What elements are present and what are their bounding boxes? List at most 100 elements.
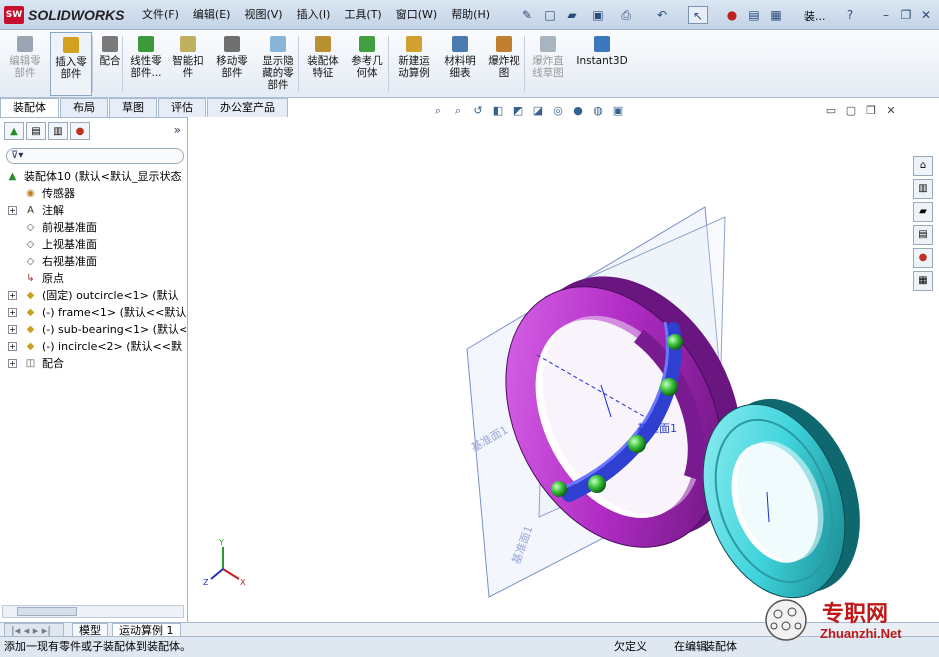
- tree-item[interactable]: ◉ 传感器: [0, 185, 186, 202]
- command-10-button[interactable]: 材料明 细表: [440, 32, 480, 96]
- hide-show-items-icon[interactable]: ◎: [550, 104, 566, 118]
- appearance-tab-icon[interactable]: ●: [70, 122, 90, 140]
- expand-icon[interactable]: +: [8, 325, 17, 334]
- command-7-button[interactable]: 装配体 特征: [302, 32, 344, 96]
- doc-minimize-icon[interactable]: ▭: [824, 104, 838, 117]
- tree-item[interactable]: + ◫ 配合: [0, 355, 186, 372]
- previous-view-icon[interactable]: ↺: [470, 104, 486, 118]
- graphics-area[interactable]: 基准面1 基准面1 基准面1 Y X Z: [189, 117, 911, 622]
- tree-item[interactable]: + ◆ (-) frame<1> (默认<<默认>: [0, 304, 186, 321]
- status-editing: 在编辑: [674, 640, 707, 653]
- minimize-icon[interactable]: –: [876, 6, 896, 24]
- appearances-scenes-icon[interactable]: ●: [913, 248, 933, 268]
- expand-icon[interactable]: +: [8, 308, 17, 317]
- command-1-button[interactable]: 插入零 部件: [50, 32, 92, 96]
- apply-scene-icon[interactable]: ◍: [590, 104, 606, 118]
- undo-icon[interactable]: ↶: [652, 6, 672, 24]
- solidworks-resources-icon[interactable]: ⌂: [913, 156, 933, 176]
- command-5-button[interactable]: 移动零 部件: [212, 32, 252, 96]
- tab-assembly[interactable]: 装配体: [0, 98, 59, 117]
- doc-close-icon[interactable]: ✕: [884, 104, 898, 117]
- zoom-to-fit-icon[interactable]: ⌕: [430, 104, 446, 118]
- horizontal-scrollbar[interactable]: [2, 605, 184, 618]
- tree-item[interactable]: ▲ 装配体10 (默认<默认_显示状态: [0, 168, 186, 185]
- menu-tools[interactable]: 工具(T): [337, 0, 388, 30]
- print-icon[interactable]: ⎙: [616, 6, 636, 24]
- tree-item[interactable]: ↳ 原点: [0, 270, 186, 287]
- menu-edit[interactable]: 编辑(E): [186, 0, 238, 30]
- command-13-button[interactable]: Instant3D: [572, 32, 632, 96]
- pin-icon[interactable]: ✎: [517, 6, 537, 24]
- zoom-to-area-icon[interactable]: ⌕: [450, 104, 466, 118]
- expand-icon[interactable]: +: [8, 291, 17, 300]
- command-0-button[interactable]: 编辑零 部件: [2, 32, 48, 96]
- configuration-manager-tab-icon[interactable]: ▥: [48, 122, 68, 140]
- close-icon[interactable]: ✕: [916, 6, 936, 24]
- tree-item[interactable]: ◇ 前视基准面: [0, 219, 186, 236]
- doc-restore-icon[interactable]: ❐: [864, 104, 878, 117]
- command-8-button[interactable]: 参考几 何体: [346, 32, 388, 96]
- view-palette-icon[interactable]: ▤: [913, 225, 933, 245]
- command-11-button[interactable]: 爆炸视图: [484, 32, 524, 96]
- tab-sketch[interactable]: 草图: [109, 98, 157, 117]
- panel-more-icon[interactable]: »: [174, 123, 181, 137]
- menu-view[interactable]: 视图(V): [237, 0, 289, 30]
- tree-item[interactable]: + ◆ (-) sub-bearing<1> (默认<: [0, 321, 186, 338]
- tree-item-label: 传感器: [42, 187, 75, 200]
- command-3-button[interactable]: 线性零 部件...: [126, 32, 166, 96]
- display-style-icon[interactable]: ◪: [530, 104, 546, 118]
- command-6-button[interactable]: 显示隐 藏的零 部件: [256, 32, 300, 96]
- tab-office-products[interactable]: 办公室产品: [207, 98, 288, 117]
- save-icon[interactable]: ▣: [588, 6, 608, 24]
- menu-window[interactable]: 窗口(W): [389, 0, 444, 30]
- watermark-en: Zhuanzhi.Net: [820, 626, 902, 641]
- view-settings-icon[interactable]: ▣: [610, 104, 626, 118]
- help-icon[interactable]: ?: [840, 6, 860, 24]
- menu-insert[interactable]: 插入(I): [290, 0, 338, 30]
- tab-evaluate[interactable]: 评估: [158, 98, 206, 117]
- tab-layout[interactable]: 布局: [60, 98, 108, 117]
- expand-icon[interactable]: +: [8, 359, 17, 368]
- scrollbar-thumb[interactable]: [17, 607, 77, 616]
- tree-item[interactable]: ◇ 上视基准面: [0, 236, 186, 253]
- command-12-button[interactable]: 爆炸直 线草图: [528, 32, 568, 96]
- view-orientation-icon[interactable]: ◩: [510, 104, 526, 118]
- tree-item[interactable]: + A 注解: [0, 202, 186, 219]
- section-view-icon[interactable]: ◧: [490, 104, 506, 118]
- status-document-type: 装配体: [704, 640, 737, 653]
- doc-tile-icon[interactable]: ▢: [844, 104, 858, 117]
- open-folder-icon[interactable]: ▰: [562, 6, 582, 24]
- edit-appearance-icon[interactable]: ●: [570, 104, 586, 118]
- command-9-button[interactable]: 新建运 动算例: [392, 32, 436, 96]
- design-library-icon[interactable]: ▥: [913, 179, 933, 199]
- tab-model[interactable]: 模型: [72, 623, 108, 637]
- expand-icon[interactable]: +: [8, 206, 17, 215]
- solidworks-logo[interactable]: SW SOLIDWORKS: [4, 5, 124, 25]
- tab-scroll-buttons[interactable]: |◂ ◂ ▸ ▸|: [4, 623, 64, 637]
- options-icon[interactable]: ▦: [766, 6, 786, 24]
- tree-item[interactable]: + ◆ (-) incircle<2> (默认<<默: [0, 338, 186, 355]
- new-document-icon[interactable]: □: [540, 6, 560, 24]
- rebuild-icon[interactable]: ●: [722, 6, 742, 24]
- command-label: 配合: [99, 55, 121, 67]
- restore-icon[interactable]: ❐: [896, 6, 916, 24]
- tree-filter[interactable]: ⊽▾: [6, 148, 184, 164]
- tree-item[interactable]: + ◆ (固定) outcircle<1> (默认: [0, 287, 186, 304]
- menu-help[interactable]: 帮助(H): [444, 0, 497, 30]
- feature-manager-tab-icon[interactable]: ▲: [4, 122, 24, 140]
- status-message: 添加一现有零件或子装配体到装配体。: [4, 640, 191, 653]
- menu-file[interactable]: 文件(F): [135, 0, 186, 30]
- file-explorer-icon[interactable]: ▰: [913, 202, 933, 222]
- tree-item[interactable]: ◇ 右视基准面: [0, 253, 186, 270]
- command-label: 件: [182, 67, 194, 79]
- command-4-button[interactable]: 智能扣件: [168, 32, 208, 96]
- custom-properties-icon[interactable]: ▦: [913, 271, 933, 291]
- command-2-button[interactable]: 配合: [96, 32, 124, 96]
- tab-motion-study[interactable]: 运动算例 1: [112, 623, 181, 637]
- file-properties-icon[interactable]: ▤: [744, 6, 764, 24]
- tree-plane-icon: ◇: [26, 239, 35, 250]
- toolbar-separator: [298, 36, 299, 92]
- select-cursor-icon[interactable]: ↖: [688, 6, 708, 24]
- property-manager-tab-icon[interactable]: ▤: [26, 122, 46, 140]
- expand-icon[interactable]: +: [8, 342, 17, 351]
